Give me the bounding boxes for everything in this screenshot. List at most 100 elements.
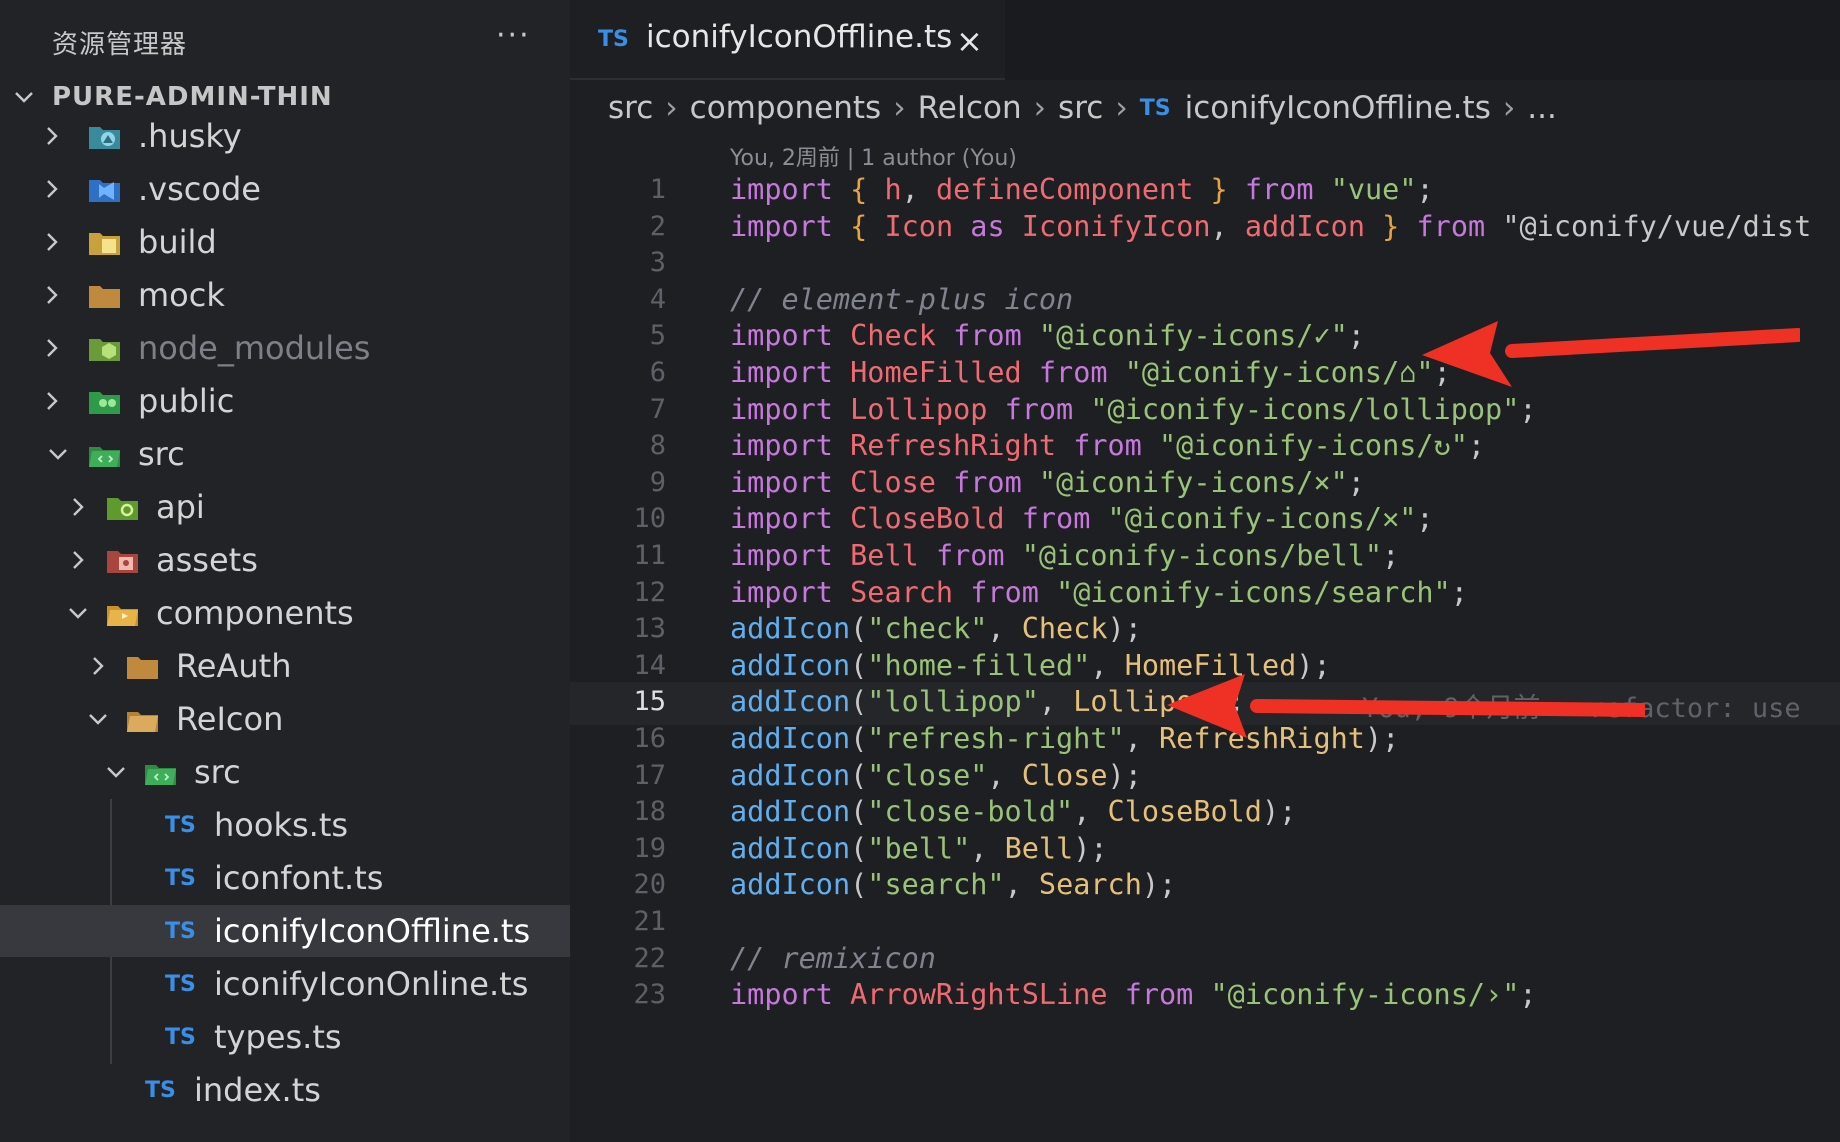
tree-item-iconfont-ts[interactable]: TS iconfont.ts — [0, 852, 570, 904]
breadcrumb-item[interactable]: src — [608, 90, 653, 126]
tree-item-reauth[interactable]: ReAuth — [0, 640, 570, 692]
tree-item-components[interactable]: components — [0, 587, 570, 639]
typescript-file-icon: TS — [165, 1024, 196, 1050]
typescript-file-icon: TS — [1139, 95, 1171, 121]
tree-item-label: types.ts — [214, 1018, 342, 1056]
code-text[interactable]: import Bell from "@iconify-icons/bell"; — [730, 539, 1399, 572]
tree-item-iconifyiconoffline-ts[interactable]: TS iconifyIconOffline.ts — [0, 905, 570, 957]
line-number: 16 — [633, 723, 666, 754]
line-number: 14 — [633, 649, 666, 681]
line-number: 18 — [633, 796, 666, 828]
line-number: 22 — [633, 942, 666, 974]
typescript-file-icon: TS — [145, 1077, 176, 1103]
folder-icon — [88, 280, 122, 310]
line-number: 10 — [633, 503, 666, 535]
tree-item-reicon-src[interactable]: src — [0, 746, 570, 798]
explorer-title: 资源管理器 — [52, 30, 188, 60]
line-number: 7 — [649, 393, 666, 425]
vscode-folder-icon — [88, 174, 122, 204]
line-number: 23 — [633, 979, 666, 1011]
chevron-right-icon: › — [1115, 90, 1128, 126]
explorer-header: 资源管理器 ··· — [0, 0, 570, 80]
code-text[interactable]: // remixicon — [730, 942, 936, 975]
code-text[interactable]: import Check from "@iconify-icons/✓"; — [730, 319, 1365, 352]
code-text[interactable]: import RefreshRight from "@iconify-icons… — [730, 429, 1485, 462]
code-line[interactable]: 23 import ArrowRightSLine from "@iconify-… — [570, 975, 1840, 1018]
folder-open-icon — [126, 704, 160, 734]
typescript-file-icon: TS — [598, 27, 629, 52]
breadcrumb-item[interactable]: ... — [1527, 90, 1557, 126]
line-number: 11 — [633, 540, 666, 571]
code-text[interactable]: addIcon("bell", Bell); — [730, 832, 1108, 865]
chevron-right-icon — [38, 228, 66, 256]
tree-item-assets[interactable]: assets — [0, 534, 570, 586]
tree-item-api[interactable]: api — [0, 481, 570, 533]
line-number: 5 — [649, 320, 666, 352]
build-folder-icon — [88, 227, 122, 257]
code-text[interactable]: addIcon("close-bold", CloseBold); — [730, 795, 1296, 828]
chevron-down-icon — [44, 440, 72, 468]
tree-item-public[interactable]: public — [0, 375, 570, 427]
code-text[interactable]: import Search from "@iconify-icons/searc… — [730, 576, 1468, 609]
tab-bar: TS iconifyIconOffline.ts × — [570, 0, 1840, 80]
components-folder-icon — [106, 598, 140, 628]
close-icon[interactable]: × — [956, 22, 983, 60]
typescript-file-icon: TS — [165, 918, 196, 944]
more-actions-button[interactable]: ··· — [496, 18, 531, 53]
line-number: 3 — [649, 247, 666, 279]
tab-iconifyiconoffline[interactable]: TS iconifyIconOffline.ts × — [570, 0, 1005, 80]
code-text[interactable]: import ArrowRightSLine from "@iconify-ic… — [730, 978, 1537, 1011]
tree-item-vscode[interactable]: .vscode — [0, 163, 570, 215]
folder-icon — [126, 651, 160, 681]
tree-item-node-modules[interactable]: node_modules — [0, 322, 570, 374]
line-number: 12 — [633, 576, 666, 608]
tree-item-types-ts[interactable]: TS types.ts — [0, 1011, 570, 1063]
code-text[interactable]: import Lollipop from "@iconify-icons/lol… — [730, 393, 1537, 426]
tree-item-src[interactable]: src — [0, 428, 570, 480]
chevron-right-icon — [38, 387, 66, 415]
src-folder-icon — [144, 757, 178, 787]
tree-item-build[interactable]: build — [0, 216, 570, 268]
tree-root-label: PURE-ADMIN-THIN — [52, 82, 333, 112]
code-text[interactable]: import { Icon as IconifyIcon, addIcon } … — [730, 210, 1811, 243]
src-folder-icon — [88, 439, 122, 469]
breadcrumb-item[interactable]: iconifyIconOffline.ts — [1185, 90, 1491, 126]
code-text[interactable]: import { h, defineComponent } from "vue"… — [730, 173, 1434, 206]
line-number: 8 — [649, 430, 666, 462]
tree-item-reicon[interactable]: ReIcon — [0, 693, 570, 745]
tree-item-hooks-ts[interactable]: TS hooks.ts — [0, 799, 570, 851]
chevron-right-icon: › — [665, 90, 678, 126]
code-text[interactable]: import HomeFilled from "@iconify-icons/⌂… — [730, 356, 1451, 389]
chevron-right-icon — [38, 175, 66, 203]
tree-item-mock[interactable]: mock — [0, 269, 570, 321]
tree-item-label: assets — [156, 541, 258, 579]
assets-folder-icon — [106, 545, 140, 575]
chevron-right-icon: › — [1502, 90, 1516, 126]
tree-item-index-ts[interactable]: TS index.ts — [0, 1064, 570, 1116]
breadcrumb-item[interactable]: src — [1058, 90, 1103, 126]
code-text[interactable]: import CloseBold from "@iconify-icons/✕"… — [730, 502, 1434, 535]
tree-item-label: iconifyIconOnline.ts — [214, 965, 529, 1003]
tree-item-iconifyicononline-ts[interactable]: TS iconifyIconOnline.ts — [0, 958, 570, 1010]
breadcrumb-item[interactable]: components — [690, 90, 882, 126]
husky-folder-icon — [88, 121, 122, 151]
code-text[interactable]: addIcon("check", Check); — [730, 612, 1142, 645]
codelens-author[interactable]: You, 2周前 | 1 author (You) — [730, 140, 1017, 172]
code-text[interactable]: import Close from "@iconify-icons/×"; — [730, 466, 1365, 499]
chevron-right-icon: › — [893, 90, 906, 126]
chevron-right-icon — [38, 334, 66, 362]
line-number: 15 — [633, 686, 666, 718]
breadcrumb-item[interactable]: ReIcon — [918, 90, 1022, 126]
tree-item-label: ReAuth — [176, 647, 292, 685]
line-number: 9 — [649, 466, 666, 498]
tree-item-label: src — [194, 753, 241, 791]
line-number: 2 — [649, 210, 666, 242]
code-text[interactable]: // element-plus icon — [730, 283, 1073, 316]
explorer-sidebar: 资源管理器 ··· PURE-ADMIN-THIN .husky .vscode… — [0, 0, 570, 1142]
node-modules-folder-icon — [88, 333, 122, 363]
tree-item-label: node_modules — [138, 329, 371, 367]
code-text[interactable]: addIcon("search", Search); — [730, 868, 1176, 901]
code-text[interactable]: addIcon("close", Close); — [730, 759, 1142, 792]
tree-item-husky[interactable]: .husky — [0, 110, 570, 162]
api-folder-icon — [106, 492, 140, 522]
